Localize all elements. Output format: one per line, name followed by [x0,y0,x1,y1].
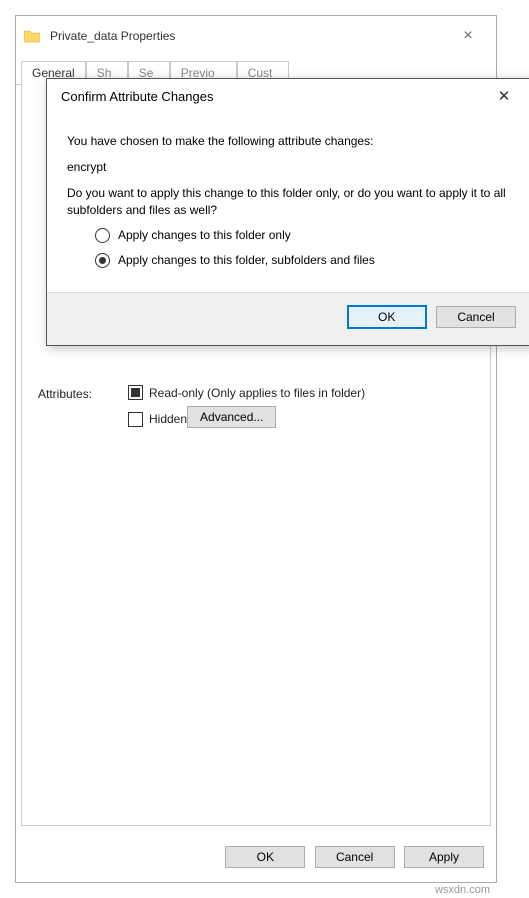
dialog-line1: You have chosen to make the following at… [67,133,512,149]
hidden-label: Hidden [149,412,187,426]
readonly-checkbox[interactable] [128,385,143,400]
radio-folder-only[interactable] [95,228,110,243]
dialog-title: Confirm Attribute Changes [61,89,486,104]
readonly-label: Read-only (Only applies to files in fold… [149,386,365,400]
dialog-line2: Do you want to apply this change to this… [67,185,512,217]
properties-button-bar: OK Cancel Apply [16,836,496,882]
apply-button[interactable]: Apply [404,846,484,868]
cancel-button[interactable]: Cancel [315,846,395,868]
dialog-change: encrypt [67,159,512,175]
ok-button[interactable]: OK [225,846,305,868]
hidden-checkbox[interactable] [128,412,143,427]
close-icon[interactable]: × [448,27,488,45]
confirm-dialog: Confirm Attribute Changes ✕ You have cho… [46,78,529,346]
radio-folder-only-label: Apply changes to this folder only [118,228,291,242]
window-title: Private_data Properties [50,29,448,43]
folder-icon [24,29,40,43]
dialog-ok-button[interactable]: OK [347,305,427,329]
dialog-close-icon[interactable]: ✕ [486,87,522,105]
attributes-label: Attributes: [38,385,128,401]
dialog-cancel-button[interactable]: Cancel [436,306,516,328]
radio-folder-subfolders-label: Apply changes to this folder, subfolders… [118,253,375,267]
watermark: wsxdn.com [435,884,490,896]
radio-folder-subfolders[interactable] [95,253,110,268]
titlebar: Private_data Properties × [16,16,496,56]
dialog-button-bar: OK Cancel [47,292,529,345]
advanced-button[interactable]: Advanced... [187,406,276,428]
properties-window: Private_data Properties × General Sh Se … [15,15,497,883]
dialog-titlebar: Confirm Attribute Changes ✕ [47,79,529,113]
